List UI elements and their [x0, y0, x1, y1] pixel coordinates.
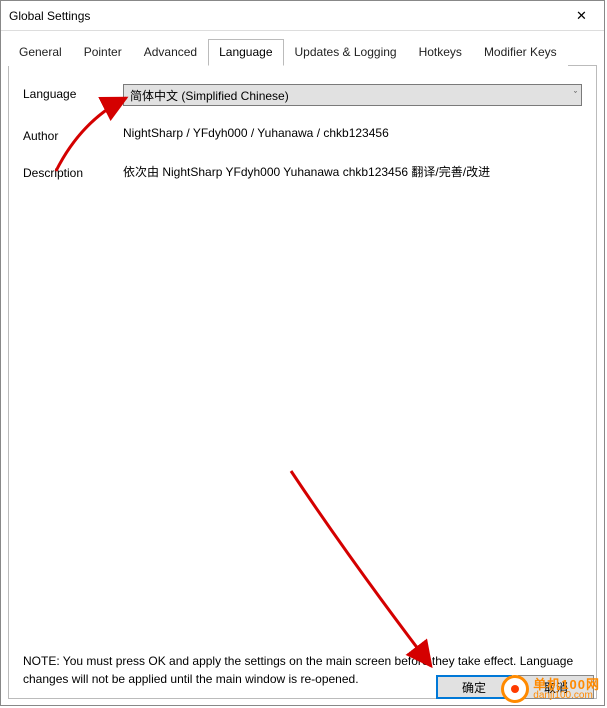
language-label: Language [23, 84, 123, 101]
tab-hotkeys[interactable]: Hotkeys [408, 39, 473, 66]
tab-label: Modifier Keys [484, 45, 557, 59]
tab-general[interactable]: General [8, 39, 73, 66]
tab-label: Pointer [84, 45, 122, 59]
chevron-down-icon: ˇ [574, 90, 577, 100]
close-button[interactable]: ✕ [559, 1, 604, 30]
tab-panel-language: Language 简体中文 (Simplified Chinese) ˇ Aut… [8, 65, 597, 699]
close-icon: ✕ [576, 8, 587, 24]
ok-button-label: 确定 [462, 679, 486, 696]
tab-label: Language [219, 45, 272, 59]
tab-label: Advanced [144, 45, 197, 59]
description-value: 依次由 NightSharp YFdyh000 Yuhanawa chkb123… [123, 163, 582, 180]
cancel-button-label: 取消 [544, 679, 568, 696]
client-area: General Pointer Advanced Language Update… [1, 31, 604, 705]
author-value: NightSharp / YFdyh000 / Yuhanawa / chkb1… [123, 126, 582, 140]
tab-label: Updates & Logging [295, 45, 397, 59]
dialog-buttons: 确定 取消 [436, 675, 594, 699]
settings-window: Global Settings ✕ General Pointer Advanc… [0, 0, 605, 706]
ok-button[interactable]: 确定 [436, 675, 512, 699]
tabstrip: General Pointer Advanced Language Update… [8, 38, 597, 65]
tab-label: Hotkeys [419, 45, 462, 59]
tab-modifier[interactable]: Modifier Keys [473, 39, 568, 66]
tab-language[interactable]: Language [208, 39, 283, 66]
row-description: Description 依次由 NightSharp YFdyh000 Yuha… [23, 163, 582, 180]
titlebar: Global Settings ✕ [1, 1, 604, 31]
cancel-button[interactable]: 取消 [518, 675, 594, 699]
tab-label: General [19, 45, 62, 59]
author-label: Author [23, 126, 123, 143]
language-combobox[interactable]: 简体中文 (Simplified Chinese) ˇ [123, 84, 582, 106]
tab-updates[interactable]: Updates & Logging [284, 39, 408, 66]
window-title: Global Settings [9, 9, 90, 23]
language-combobox-value: 简体中文 (Simplified Chinese) [130, 87, 289, 104]
row-language: Language 简体中文 (Simplified Chinese) ˇ [23, 84, 582, 106]
row-author: Author NightSharp / YFdyh000 / Yuhanawa … [23, 126, 582, 143]
description-label: Description [23, 163, 123, 180]
tab-pointer[interactable]: Pointer [73, 39, 133, 66]
tab-advanced[interactable]: Advanced [133, 39, 208, 66]
